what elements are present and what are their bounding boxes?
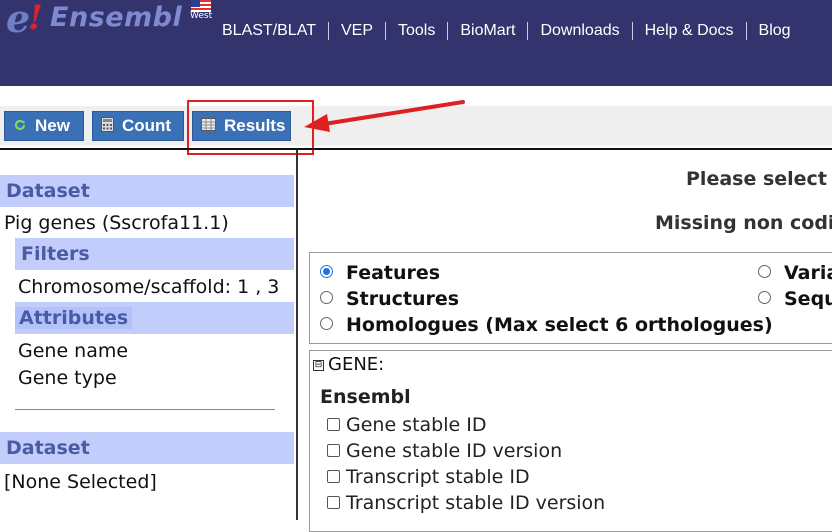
sidebar-divider xyxy=(15,409,275,410)
nav-vep[interactable]: VEP xyxy=(329,22,385,40)
new-button-label: New xyxy=(35,116,70,135)
radio-features[interactable] xyxy=(320,265,333,278)
dataset-heading[interactable]: Dataset xyxy=(0,175,294,207)
filter-value[interactable]: Chromosome/scaffold: 1 , 3 xyxy=(18,276,279,298)
dataset2-value[interactable]: [None Selected] xyxy=(4,471,157,493)
dataset2-heading[interactable]: Dataset xyxy=(0,432,294,464)
count-button[interactable]: Count xyxy=(92,111,184,141)
checkbox-gene-stable-id[interactable] xyxy=(327,418,340,431)
annotation-arrow-icon xyxy=(304,100,465,132)
radio-homologues[interactable] xyxy=(320,317,333,330)
annotation-highlight-box xyxy=(187,100,314,155)
calculator-icon xyxy=(101,117,114,135)
nav-help-docs[interactable]: Help & Docs xyxy=(633,22,746,40)
radio-variants-label[interactable]: Varia xyxy=(784,262,832,284)
filters-heading[interactable]: Filters xyxy=(15,238,294,270)
page-subtitle: Missing non codi xyxy=(655,212,832,234)
checkbox-label[interactable]: Transcript stable ID version xyxy=(346,492,605,514)
radio-features-label[interactable]: Features xyxy=(346,262,440,284)
checkbox-transcript-stable-id[interactable] xyxy=(327,470,340,483)
radio-sequences[interactable] xyxy=(758,291,771,304)
radio-sequences-label[interactable]: Sequ xyxy=(784,288,832,310)
dataset-value[interactable]: Pig genes (Sscrofa11.1) xyxy=(4,212,229,234)
attribute-item[interactable]: Gene name xyxy=(18,340,128,362)
checkbox-label[interactable]: Gene stable ID version xyxy=(346,440,562,462)
logo-bang: ! xyxy=(28,0,43,38)
collapse-icon[interactable]: ⊟ xyxy=(313,359,324,371)
nav-tools[interactable]: Tools xyxy=(386,22,447,40)
logo-text: Ensembl xyxy=(50,2,183,33)
radio-variants[interactable] xyxy=(758,265,771,278)
gene-section-header[interactable]: ⊟ GENE: xyxy=(313,354,384,375)
nav-biomart[interactable]: BioMart xyxy=(448,22,527,40)
count-button-label: Count xyxy=(122,116,172,135)
nav-blast[interactable]: BLAST/BLAT xyxy=(210,22,328,40)
main-nav: BLAST/BLAT VEP Tools BioMart Downloads H… xyxy=(210,22,803,40)
checkbox-label[interactable]: Gene stable ID xyxy=(346,414,486,436)
radio-structures-label[interactable]: Structures xyxy=(346,288,459,310)
new-button[interactable]: New xyxy=(4,111,84,141)
nav-blog[interactable]: Blog xyxy=(747,22,803,40)
logo-e: e xyxy=(6,0,31,41)
radio-homologues-label[interactable]: Homologues (Max select 6 orthologues) xyxy=(346,314,773,336)
refresh-icon xyxy=(13,118,27,135)
attributes-heading[interactable]: Attributes xyxy=(15,302,294,334)
checkbox-gene-stable-id-version[interactable] xyxy=(327,444,340,457)
checkbox-transcript-stable-id-version[interactable] xyxy=(327,496,340,509)
ensembl-subheading: Ensembl xyxy=(320,386,411,408)
radio-structures[interactable] xyxy=(320,291,333,304)
top-header: e ! Ensembl West BLAST/BLAT VEP Tools Bi… xyxy=(0,0,832,86)
nav-downloads[interactable]: Downloads xyxy=(528,22,631,40)
attribute-item[interactable]: Gene type xyxy=(18,367,117,389)
checkbox-label[interactable]: Transcript stable ID xyxy=(346,466,530,488)
page-title: Please select c xyxy=(686,168,832,190)
region-label: West xyxy=(190,11,213,21)
